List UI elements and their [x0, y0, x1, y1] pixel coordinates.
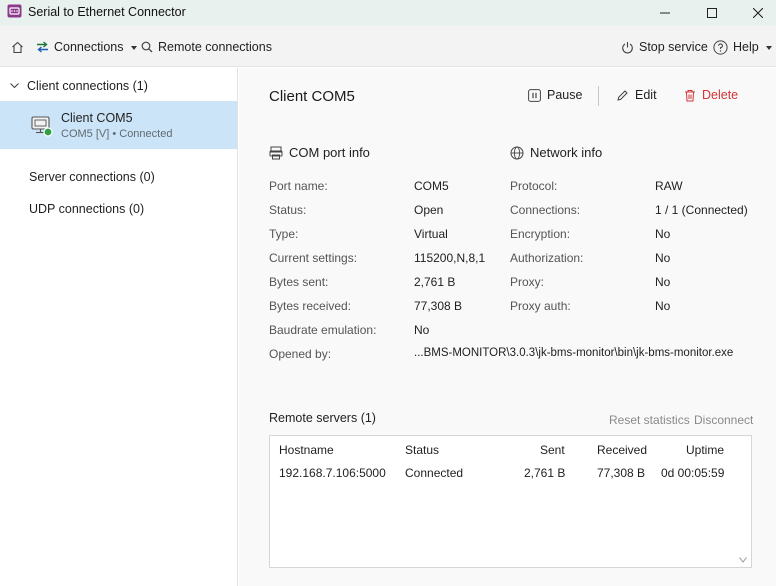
toolbar-divider: [598, 86, 599, 106]
protocol-label: Protocol:: [510, 179, 558, 193]
minimize-icon: [660, 12, 670, 14]
edit-label: Edit: [635, 88, 657, 102]
proxy-label: Proxy:: [510, 275, 545, 289]
minimize-button[interactable]: [642, 0, 688, 26]
column-header-sent[interactable]: Sent: [540, 443, 565, 457]
toolbar: Connections Remote connections Stop serv…: [0, 26, 776, 67]
remote-servers-table[interactable]: Hostname Status Sent Received Uptime 192…: [269, 435, 752, 568]
stop-service-button[interactable]: Stop service: [621, 38, 708, 56]
window-title: Serial to Ethernet Connector: [28, 5, 186, 19]
bytes-received-value: 77,308 B: [414, 299, 463, 313]
maximize-button[interactable]: [689, 0, 735, 26]
pause-label: Pause: [547, 88, 583, 102]
maximize-icon: [707, 8, 717, 18]
udp-connections-group[interactable]: UDP connections (0): [29, 202, 144, 216]
type-label: Type:: [269, 227, 299, 241]
port-name-value: COM5: [414, 179, 449, 193]
pencil-icon: [617, 89, 628, 101]
stop-service-label: Stop service: [639, 40, 708, 54]
server-connections-group[interactable]: Server connections (0): [29, 170, 155, 184]
network-info-header: Network info: [510, 145, 602, 160]
chevron-down-icon: [10, 83, 19, 89]
sidebar-item-title: Client COM5: [61, 111, 133, 125]
column-header-hostname[interactable]: Hostname: [279, 443, 334, 457]
printer-port-icon: [269, 146, 283, 159]
pause-icon: [528, 88, 541, 102]
help-menu[interactable]: Help: [713, 38, 772, 56]
proxy-value: No: [655, 275, 671, 289]
port-name-label: Port name:: [269, 179, 328, 193]
home-button[interactable]: [11, 38, 24, 56]
opened-by-value: ...BMS-MONITOR\3.0.3\jk-bms-monitor\bin\…: [414, 347, 734, 359]
current-settings-label: Current settings:: [269, 251, 358, 265]
proxy-auth-value: No: [655, 299, 671, 313]
bytes-received-label: Bytes received:: [269, 299, 352, 313]
delete-button[interactable]: Delete: [684, 88, 738, 102]
connections-icon: [37, 41, 48, 53]
current-settings-value: 115200,N,8,1: [414, 251, 486, 265]
network-info-title: Network info: [530, 145, 603, 160]
globe-icon: [510, 146, 524, 159]
baudrate-emulation-label: Baudrate emulation:: [269, 323, 377, 337]
delete-label: Delete: [702, 88, 739, 102]
proxy-auth-label: Proxy auth:: [510, 299, 571, 313]
authorization-value: No: [655, 251, 671, 265]
cell-received: 77,308 B: [597, 466, 646, 480]
disconnect-button[interactable]: Disconnect: [694, 413, 753, 427]
sidebar: Client connections (1) Client COM5 COM5 …: [0, 68, 238, 586]
home-icon: [12, 41, 23, 53]
close-button[interactable]: [735, 0, 776, 26]
serial-port-icon: [31, 116, 53, 137]
encryption-label: Encryption:: [510, 227, 571, 241]
sidebar-item-client-com5[interactable]: Client COM5 COM5 [V] • Connected: [0, 101, 237, 149]
column-header-uptime[interactable]: Uptime: [686, 443, 724, 457]
chevron-down-icon: [765, 46, 772, 50]
status-label: Status:: [269, 203, 307, 217]
connections-value: 1 / 1 (Connected): [655, 203, 748, 217]
encryption-value: No: [655, 227, 671, 241]
details-panel: Client COM5 Pause Edit Delete COM port i…: [239, 68, 776, 586]
baudrate-emulation-value: No: [414, 323, 430, 337]
com-port-info-header: COM port info: [269, 145, 370, 160]
status-value: Open: [414, 203, 444, 217]
connections-label: Connections:: [510, 203, 581, 217]
close-icon: [753, 8, 763, 18]
pause-button[interactable]: Pause: [528, 88, 582, 102]
connections-label: Connections: [54, 40, 124, 54]
com-port-info-title: COM port info: [289, 145, 370, 160]
scroll-down-icon[interactable]: [739, 557, 747, 563]
client-connections-group[interactable]: Client connections (1): [10, 79, 148, 93]
cell-sent: 2,761 B: [524, 466, 566, 480]
remote-connections-label: Remote connections: [158, 40, 272, 54]
column-header-received[interactable]: Received: [597, 443, 647, 457]
remote-servers-title: Remote servers (1): [269, 411, 376, 425]
page-title: Client COM5: [269, 88, 355, 105]
client-connections-label: Client connections (1): [27, 79, 148, 93]
sidebar-item-subtitle: COM5 [V] • Connected: [61, 128, 173, 140]
cell-uptime: 0d 00:05:59: [661, 466, 725, 480]
bytes-sent-label: Bytes sent:: [269, 275, 329, 289]
app-logo-icon: [7, 4, 22, 18]
authorization-label: Authorization:: [510, 251, 584, 265]
type-value: Virtual: [414, 227, 448, 241]
cell-status: Connected: [405, 466, 464, 480]
trash-icon: [685, 89, 695, 101]
remote-connections-button[interactable]: Remote connections: [141, 38, 272, 56]
opened-by-label: Opened by:: [269, 347, 332, 361]
chevron-down-icon: [130, 46, 137, 50]
search-icon: [141, 41, 153, 53]
power-icon: [622, 41, 633, 53]
cell-hostname: 192.168.7.106:5000: [279, 466, 386, 480]
connections-menu[interactable]: Connections: [36, 38, 137, 56]
column-header-status[interactable]: Status: [405, 443, 439, 457]
edit-button[interactable]: Edit: [616, 88, 657, 102]
reset-statistics-button[interactable]: Reset statistics: [609, 413, 690, 427]
help-label: Help: [733, 40, 759, 54]
bytes-sent-value: 2,761 B: [414, 275, 456, 289]
protocol-value: RAW: [655, 179, 683, 193]
title-bar: Serial to Ethernet Connector: [0, 0, 776, 26]
help-icon: [713, 39, 728, 55]
